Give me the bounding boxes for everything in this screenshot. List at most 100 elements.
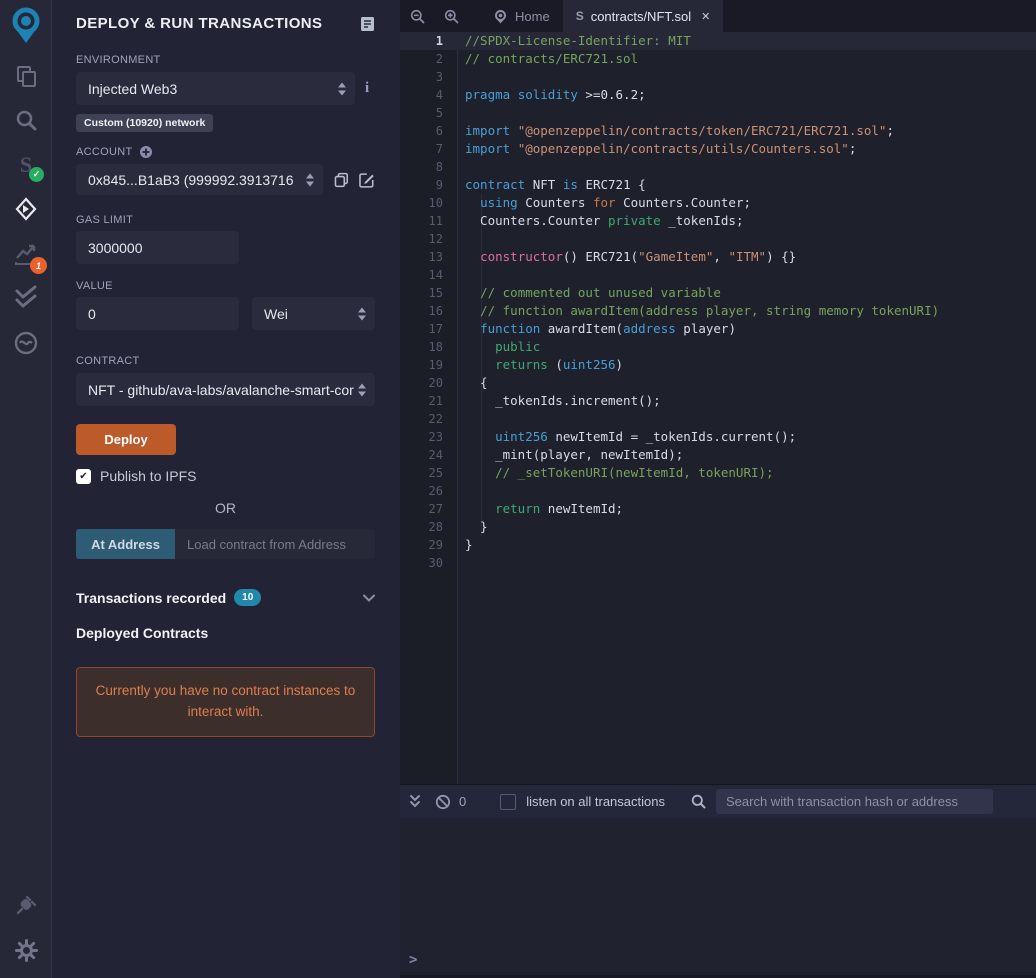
- line-number: 8: [435, 160, 443, 174]
- line-text: {: [465, 375, 488, 390]
- line-number: 25: [428, 466, 443, 480]
- pending-tx-count: 0: [459, 794, 467, 809]
- code-line[interactable]: 3: [400, 68, 1036, 86]
- file-explorer-icon[interactable]: [0, 63, 52, 89]
- publish-ipfs-checkbox[interactable]: ✔: [76, 468, 91, 484]
- deployed-contracts-label: Deployed Contracts: [76, 625, 209, 641]
- line-number: 1: [435, 34, 443, 48]
- code-line[interactable]: 21 _tokenIds.increment();: [400, 392, 1036, 410]
- code-line[interactable]: 24 _mint(player, newItemId);: [400, 446, 1036, 464]
- code-line[interactable]: 10 using Counters for Counters.Counter;: [400, 194, 1036, 212]
- settings-gear-icon[interactable]: [0, 938, 52, 963]
- code-line[interactable]: 6 import "@openzeppelin/contracts/token/E…: [400, 122, 1036, 140]
- unit-testing-icon[interactable]: [0, 285, 52, 309]
- code-line[interactable]: 18 public: [400, 338, 1036, 356]
- zoom-out-icon[interactable]: [400, 0, 434, 32]
- line-number: 2: [435, 52, 443, 66]
- code-line[interactable]: 12: [400, 230, 1036, 248]
- chevron-down-icon[interactable]: [363, 594, 375, 602]
- line-text: [458, 68, 465, 86]
- code-editor[interactable]: 1 //SPDX-License-Identifier: MIT 2 // contr…: [400, 32, 1036, 784]
- code-line[interactable]: 28 }: [400, 518, 1036, 536]
- deploy-button[interactable]: Deploy: [76, 424, 176, 455]
- line-text: _mint(player, newItemId);: [465, 447, 684, 462]
- code-line[interactable]: 8: [400, 158, 1036, 176]
- add-account-icon[interactable]: [139, 145, 153, 159]
- code-line[interactable]: 11 Counters.Counter private _tokenIds;: [400, 212, 1036, 230]
- page-title: DEPLOY & RUN TRANSACTIONS: [76, 15, 323, 32]
- gas-limit-input[interactable]: [76, 231, 239, 264]
- clear-console-icon[interactable]: [435, 794, 451, 810]
- transactions-count-badge: 10: [234, 589, 262, 606]
- value-unit-select[interactable]: Wei: [252, 297, 375, 330]
- select-arrows-icon: [338, 82, 346, 95]
- code-line[interactable]: 30: [400, 554, 1036, 572]
- code-line[interactable]: 23 uint256 newItemId = _tokenIds.current…: [400, 428, 1036, 446]
- select-arrows-icon: [358, 383, 366, 396]
- gas-limit-label: GAS LIMIT: [76, 214, 134, 226]
- terminal-prompt[interactable]: >: [409, 952, 417, 968]
- code-line[interactable]: 5: [400, 104, 1036, 122]
- line-number: 14: [428, 268, 443, 282]
- environment-select[interactable]: Injected Web3: [76, 72, 355, 105]
- code-line[interactable]: 14: [400, 266, 1036, 284]
- line-number: 9: [435, 178, 443, 192]
- listen-transactions-checkbox[interactable]: [500, 793, 517, 810]
- terminal-search-input[interactable]: [716, 789, 993, 814]
- code-line[interactable]: 4 pragma solidity >=0.6.2;: [400, 86, 1036, 104]
- code-line[interactable]: 13 constructor() ERC721("GameItem", "ITM…: [400, 248, 1036, 266]
- network-badge: Custom (10920) network: [76, 114, 214, 132]
- search-icon[interactable]: [0, 108, 52, 133]
- remix-logo[interactable]: [0, 6, 52, 44]
- code-line[interactable]: 19 returns (uint256): [400, 356, 1036, 374]
- plugin-circle-icon[interactable]: [0, 330, 52, 356]
- journal-icon[interactable]: [360, 16, 375, 32]
- code-line[interactable]: 27 return newItemId;: [400, 500, 1036, 518]
- environment-info-icon[interactable]: i: [365, 80, 369, 97]
- code-line[interactable]: 26: [400, 482, 1036, 500]
- code-line[interactable]: 29}: [400, 536, 1036, 554]
- zoom-in-icon[interactable]: [434, 0, 468, 32]
- listen-transactions-label: listen on all transactions: [526, 794, 665, 809]
- code-line[interactable]: 25 // _setTokenURI(newItemId, tokenURI);: [400, 464, 1036, 482]
- line-text: }: [465, 519, 488, 534]
- line-text: constructor() ERC721("GameItem", "ITM") …: [480, 249, 797, 264]
- transactions-recorded-toggle[interactable]: Transactions recorded 10: [76, 589, 375, 606]
- copy-account-icon[interactable]: [334, 172, 349, 188]
- contract-select[interactable]: NFT - github/ava-labs/avalanche-smart-co…: [76, 373, 375, 406]
- plugin-manager-icon[interactable]: [0, 893, 52, 917]
- code-line[interactable]: 17 function awardItem(address player): [400, 320, 1036, 338]
- at-address-button[interactable]: At Address: [76, 529, 175, 559]
- line-text: using Counters for Counters.Counter;: [480, 195, 752, 210]
- code-line[interactable]: 15 // commented out unused variable: [400, 284, 1036, 302]
- code-line[interactable]: 22: [400, 410, 1036, 428]
- edit-account-icon[interactable]: [359, 172, 375, 188]
- code-line[interactable]: 1 //SPDX-License-Identifier: MIT: [400, 32, 1036, 50]
- collapse-terminal-icon[interactable]: [408, 794, 422, 809]
- contract-label: CONTRACT: [76, 355, 140, 367]
- code-line[interactable]: 16 // function awardItem(address player,…: [400, 302, 1036, 320]
- line-number: 13: [428, 250, 443, 264]
- line-number: 19: [428, 358, 443, 372]
- code-line[interactable]: 2 // contracts/ERC721.sol: [400, 50, 1036, 68]
- line-number: 28: [428, 520, 443, 534]
- at-address-input[interactable]: [175, 529, 375, 559]
- tab-contracts-nft-sol[interactable]: S contracts/NFT.sol ✕: [562, 0, 724, 32]
- terminal-output[interactable]: >: [400, 818, 1036, 978]
- tab-home[interactable]: Home: [480, 0, 563, 32]
- line-number: 10: [428, 196, 443, 210]
- account-select[interactable]: 0x845...B1aB3 (999992.3913716: [76, 164, 323, 195]
- line-number: 21: [428, 394, 443, 408]
- solidity-compiler-icon[interactable]: S ✓: [0, 152, 52, 182]
- line-text: //SPDX-License-Identifier: MIT: [465, 33, 691, 48]
- statistics-icon[interactable]: 1: [0, 241, 52, 274]
- deploy-run-icon[interactable]: [0, 197, 52, 221]
- code-line[interactable]: 9 contract NFT is ERC721 {: [400, 176, 1036, 194]
- value-input[interactable]: [76, 297, 239, 330]
- line-text: [458, 158, 465, 176]
- code-line[interactable]: 7 import "@openzeppelin/contracts/utils/C…: [400, 140, 1036, 158]
- line-number: 27: [428, 502, 443, 516]
- code-line[interactable]: 20 {: [400, 374, 1036, 392]
- close-tab-icon[interactable]: ✕: [701, 10, 710, 23]
- line-number: 16: [428, 304, 443, 318]
